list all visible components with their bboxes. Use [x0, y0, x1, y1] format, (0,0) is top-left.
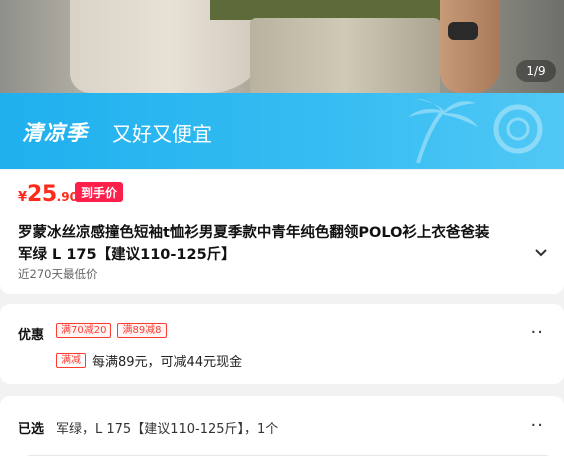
price-integer: 25: [27, 182, 57, 207]
product-image-carousel[interactable]: 1/9: [0, 0, 564, 93]
more-dots-icon[interactable]: ··: [531, 415, 544, 436]
promotions-label: 优惠: [18, 328, 45, 343]
palm-tree-icon: [408, 99, 543, 163]
coupon-tag[interactable]: 满70减20: [56, 323, 112, 338]
promo-banner[interactable]: 清凉季 又好又便宜: [0, 93, 564, 169]
banner-title: 清凉季: [22, 121, 88, 145]
final-price-badge: 到手价: [75, 182, 124, 202]
image-counter: 1/9: [516, 60, 556, 82]
product-variant-line: 军绿 L 175【建议110-125斤】: [18, 247, 236, 263]
product-detail-page: 1/9 清凉季 又好又便宜 ¥ 25 .90 到手价 罗蒙冰丝凉感撞色短袖t恤衫…: [0, 0, 564, 472]
price-currency: ¥: [18, 190, 28, 205]
discount-text: 每满89元，可减44元现金: [92, 355, 243, 370]
discount-badge: 满减: [56, 353, 86, 368]
product-title-line: 罗蒙冰丝凉感撞色短袖t恤衫男夏季款中青年纯色翻领POLO衫上衣爸爸装: [18, 225, 490, 241]
product-title[interactable]: 罗蒙冰丝凉感撞色短袖t恤衫男夏季款中青年纯色翻领POLO衫上衣爸爸装 军绿 L …: [18, 222, 538, 266]
price: ¥ 25 .90: [18, 182, 78, 207]
photo-region: [250, 18, 440, 93]
promotion-detail: 满减 每满89元，可减44元现金: [56, 351, 242, 370]
coupon-list[interactable]: 满70减20 满89减8: [56, 323, 167, 338]
chevron-down-icon[interactable]: [534, 245, 548, 259]
selected-variant: 军绿，L 175【建议110-125斤】，1个: [56, 422, 279, 437]
more-dots-icon[interactable]: ··: [531, 322, 544, 343]
photo-region: [440, 0, 500, 93]
selected-label: 已选: [18, 422, 45, 437]
divider: [28, 455, 548, 456]
banner-subtitle: 又好又便宜: [112, 122, 212, 146]
promotions-card[interactable]: [0, 304, 564, 384]
coupon-tag[interactable]: 满89减8: [117, 323, 167, 338]
photo-region: [448, 22, 478, 40]
lowest-price-note: 近270天最低价: [18, 267, 98, 281]
